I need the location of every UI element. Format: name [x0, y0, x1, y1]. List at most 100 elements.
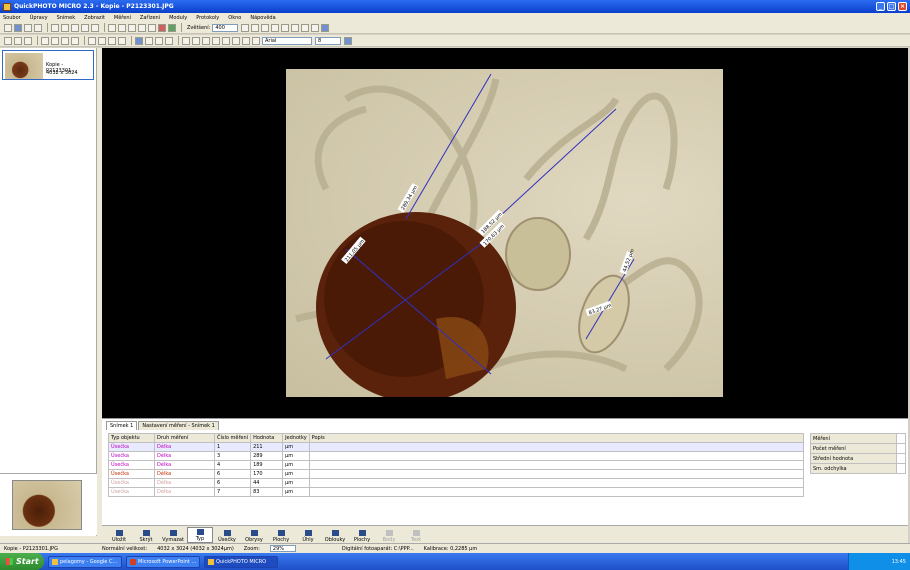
minimize-button[interactable]: _ [876, 2, 885, 11]
angle-icon[interactable] [242, 36, 250, 45]
frame-single-icon[interactable] [4, 36, 12, 45]
rectangle-icon[interactable] [202, 36, 210, 45]
menu-okno[interactable]: Okno [228, 15, 241, 21]
print-icon[interactable] [24, 23, 32, 32]
menu-upravy[interactable]: Úpravy [30, 15, 48, 21]
menu-zarizeni[interactable]: Zařízení [140, 15, 160, 21]
microscope-image[interactable]: 211,05 µm 289,34 µm 188,52 µm 170,63 µm … [286, 69, 723, 397]
zoom-out-icon[interactable] [98, 36, 106, 45]
menu-moduly[interactable]: Moduly [169, 15, 187, 21]
table-row[interactable]: Úsečka Délka 1 211 µm [108, 442, 805, 452]
zoom-in-icon[interactable] [88, 36, 96, 45]
table-row[interactable]: Úsečka Délka 7 83 µm [108, 487, 805, 497]
export-icon[interactable] [311, 23, 320, 32]
start-button[interactable]: Start [0, 553, 44, 570]
close-button[interactable]: × [898, 2, 907, 11]
save-measure-button[interactable]: Uložit [106, 527, 132, 543]
fit-icon[interactable] [108, 36, 116, 45]
redo-icon[interactable] [61, 23, 69, 32]
areas2-button[interactable]: Plochy [349, 527, 375, 543]
delete-icon[interactable] [155, 36, 163, 45]
new-icon[interactable] [4, 23, 12, 32]
col-popis[interactable]: Popis [308, 433, 805, 443]
frame-triple-icon[interactable] [24, 36, 32, 45]
font-select[interactable]: Arial [262, 36, 312, 45]
menu-napoveda[interactable]: Nápověda [250, 15, 275, 21]
line-icon[interactable] [182, 36, 190, 45]
zoom-select[interactable]: 400 [212, 23, 239, 32]
cell-desc[interactable] [308, 451, 805, 461]
table-row[interactable]: Úsečka Délka 3 289 µm [108, 451, 805, 461]
layers-icon[interactable] [128, 23, 136, 32]
cell-desc[interactable] [308, 469, 805, 479]
microscope-icon[interactable] [168, 23, 176, 32]
save-icon[interactable] [14, 23, 22, 32]
table-row[interactable]: Úsečka Délka 6 44 µm [108, 478, 805, 488]
angles-button[interactable]: Úhly [295, 527, 321, 543]
calibration-icon[interactable] [71, 36, 79, 45]
ellipse-icon[interactable] [212, 36, 220, 45]
table-row[interactable]: Úsečka Délka 4 189 µm [108, 460, 805, 470]
snapshot-icon[interactable] [61, 36, 69, 45]
tab-snimek[interactable]: Snímek 1 [106, 421, 138, 430]
col-hodnota[interactable]: Hodnota [250, 433, 284, 443]
navigator-slider[interactable] [0, 536, 97, 543]
menu-soubor[interactable]: Soubor [3, 15, 21, 21]
menu-snimek[interactable]: Snímek [57, 15, 76, 21]
polygon-icon[interactable] [261, 23, 270, 32]
paste-icon[interactable] [91, 23, 99, 32]
grid-icon[interactable] [138, 23, 146, 32]
delete-button[interactable]: Vymazat [160, 527, 186, 543]
table-icon[interactable] [301, 23, 310, 32]
areas-button[interactable]: Plochy [268, 527, 294, 543]
compare-icon[interactable] [118, 23, 126, 32]
ruler-icon[interactable] [291, 23, 300, 32]
text-icon[interactable] [252, 36, 260, 45]
flip-icon[interactable] [281, 23, 290, 32]
camera-icon[interactable] [158, 23, 166, 32]
outlines-button[interactable]: Obrysy [241, 527, 267, 543]
cell-desc[interactable] [308, 478, 805, 488]
settings-icon[interactable] [41, 36, 49, 45]
status-zoom-select[interactable]: 29% [269, 545, 296, 552]
cell-desc[interactable] [308, 442, 805, 452]
window-icon[interactable] [321, 23, 330, 32]
menu-protokoly[interactable]: Protokoly [196, 15, 219, 21]
task-chrome[interactable]: pelagomy - Google C... [48, 555, 122, 568]
lines-button[interactable]: Úsečky [214, 527, 240, 543]
cell-desc[interactable] [308, 487, 805, 497]
col-jednotky[interactable]: Jednotky [282, 433, 310, 443]
select-icon[interactable] [145, 36, 153, 45]
copy-icon[interactable] [81, 23, 89, 32]
col-druh[interactable]: Druh měření [154, 433, 215, 443]
polyline-icon[interactable] [232, 36, 240, 45]
clock[interactable]: 13:45 [892, 559, 906, 565]
image-icon[interactable] [108, 23, 116, 32]
arcs-button[interactable]: Oblouky [322, 527, 348, 543]
scan-icon[interactable] [34, 23, 42, 32]
frame-double-icon[interactable] [14, 36, 22, 45]
menu-mereni[interactable]: Měření [114, 15, 131, 21]
points-button[interactable]: Body [376, 527, 402, 543]
freehand-icon[interactable] [222, 36, 230, 45]
col-cislo[interactable]: Číslo měření [213, 433, 252, 443]
task-powerpoint[interactable]: Microsoft PowerPoint ... [126, 555, 200, 568]
font-size-select[interactable]: 8 [315, 36, 341, 45]
tab-nastaveni[interactable]: Nastavení měření - Snímek 1 [138, 421, 219, 430]
cell-desc[interactable] [308, 460, 805, 470]
histogram-icon[interactable] [148, 23, 156, 32]
type-button[interactable]: Typ [187, 526, 213, 543]
arrow-icon[interactable] [192, 36, 200, 45]
scale-icon[interactable] [241, 23, 250, 32]
navigator-preview[interactable] [0, 473, 97, 535]
text-button[interactable]: Text [403, 527, 429, 543]
text-color-icon[interactable] [344, 36, 352, 45]
rotate-icon[interactable] [271, 23, 280, 32]
table-row[interactable]: Úsečka Délka 6 170 µm [108, 469, 805, 479]
menu-zobrazit[interactable]: Zobrazit [84, 15, 105, 21]
pointer-icon[interactable] [251, 23, 260, 32]
cut-icon[interactable] [71, 23, 79, 32]
brush-icon[interactable] [165, 36, 173, 45]
task-quickphoto[interactable]: QuickPHOTO MICRO [204, 555, 278, 568]
hide-button[interactable]: Skrýt [133, 527, 159, 543]
